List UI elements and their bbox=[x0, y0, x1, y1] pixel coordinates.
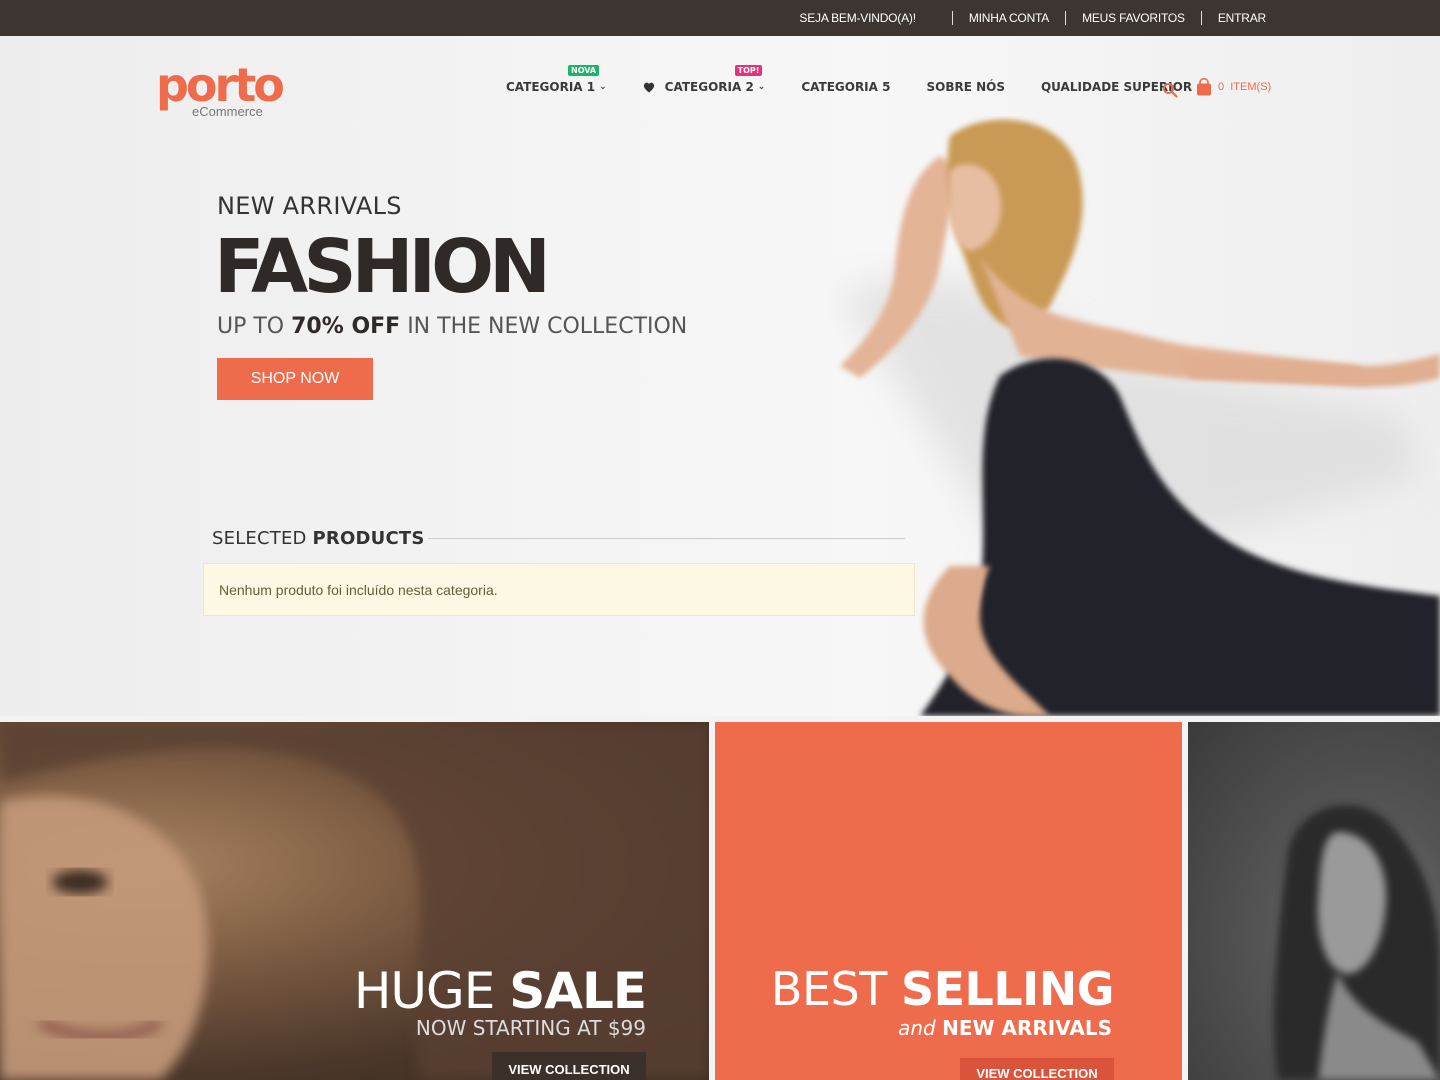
nav-item-label: CATEGORIA 2 bbox=[664, 80, 754, 94]
main-nav: NOVA CATEGORIA 1 ⌄ TOP! CATEGORIA 2 ⌄ CA… bbox=[506, 65, 1228, 94]
nav-item-categoria-5[interactable]: CATEGORIA 5 bbox=[801, 80, 890, 94]
heading-divider bbox=[428, 538, 905, 539]
empty-category-notice: Nenhum produto foi incluído nesta catego… bbox=[203, 563, 915, 616]
logo-word: porto bbox=[156, 58, 285, 112]
chevron-down-icon: ⌄ bbox=[599, 82, 607, 92]
banner-model-portrait[interactable] bbox=[1188, 722, 1440, 1080]
view-collection-button[interactable]: VIEW COLLECTION bbox=[492, 1052, 646, 1080]
hero-eyebrow: NEW ARRIVALS bbox=[217, 192, 402, 220]
view-collection-button[interactable]: VIEW COLLECTION bbox=[960, 1058, 1114, 1080]
nav-item-categoria-1[interactable]: NOVA CATEGORIA 1 ⌄ bbox=[506, 65, 607, 94]
chevron-down-icon: ⌄ bbox=[757, 82, 766, 92]
nav-item-label: CATEGORIA 1 bbox=[506, 80, 596, 94]
banner-2-title: BEST SELLING bbox=[770, 962, 1115, 1016]
banner-1-title: HUGE SALE bbox=[353, 962, 647, 1020]
banner-huge-sale[interactable]: HUGE SALE NOW STARTING AT $99 VIEW COLLE… bbox=[0, 722, 709, 1080]
shop-now-button[interactable]: SHOP NOW bbox=[217, 358, 373, 400]
banner-best-selling[interactable]: BEST SELLING and NEW ARRIVALS VIEW COLLE… bbox=[715, 722, 1182, 1080]
cart-button[interactable]: 0 ITEM(S) bbox=[1196, 78, 1271, 96]
nav-item-categoria-2[interactable]: TOP! CATEGORIA 2 ⌄ bbox=[643, 65, 766, 94]
site-header: porto eCommerce NOVA CATEGORIA 1 ⌄ TOP! … bbox=[0, 36, 1440, 136]
shopping-bag-icon bbox=[1197, 78, 1211, 96]
hero-subtitle: UP TO 70% OFF IN THE NEW COLLECTION bbox=[217, 314, 688, 339]
divider bbox=[951, 11, 953, 25]
selected-products-heading: SELECTED PRODUCTS bbox=[212, 528, 425, 549]
model-image bbox=[840, 119, 1440, 716]
banner-2-subtitle: and NEW ARRIVALS bbox=[898, 1016, 1112, 1040]
hero-title: FASHION bbox=[214, 224, 551, 310]
banner-1-subtitle: NOW STARTING AT $99 bbox=[415, 1016, 646, 1040]
badge-top: TOP! bbox=[734, 65, 763, 76]
badge-nova: NOVA bbox=[568, 65, 600, 76]
top-links: SEJA BEM-VINDO(A)! MINHA CONTA MEUS FAVO… bbox=[799, 0, 1266, 36]
divider bbox=[1065, 11, 1067, 25]
link-favorites[interactable]: MEUS FAVORITOS bbox=[1082, 11, 1185, 25]
welcome-message: SEJA BEM-VINDO(A)! bbox=[799, 11, 916, 25]
search-icon[interactable] bbox=[1162, 82, 1178, 98]
nav-item-sobre-nos[interactable]: SOBRE NÓS bbox=[926, 80, 1005, 94]
logo[interactable]: porto eCommerce bbox=[156, 58, 285, 119]
heart-icon bbox=[643, 82, 654, 92]
logo-subtitle: eCommerce bbox=[192, 104, 263, 119]
link-login[interactable]: ENTRAR bbox=[1218, 11, 1266, 25]
model-portrait-image bbox=[1273, 805, 1440, 1080]
top-bar: SEJA BEM-VINDO(A)! MINHA CONTA MEUS FAVO… bbox=[0, 0, 1440, 36]
link-my-account[interactable]: MINHA CONTA bbox=[969, 11, 1049, 25]
divider bbox=[1200, 11, 1202, 25]
cart-count: 0 ITEM(S) bbox=[1218, 81, 1272, 93]
